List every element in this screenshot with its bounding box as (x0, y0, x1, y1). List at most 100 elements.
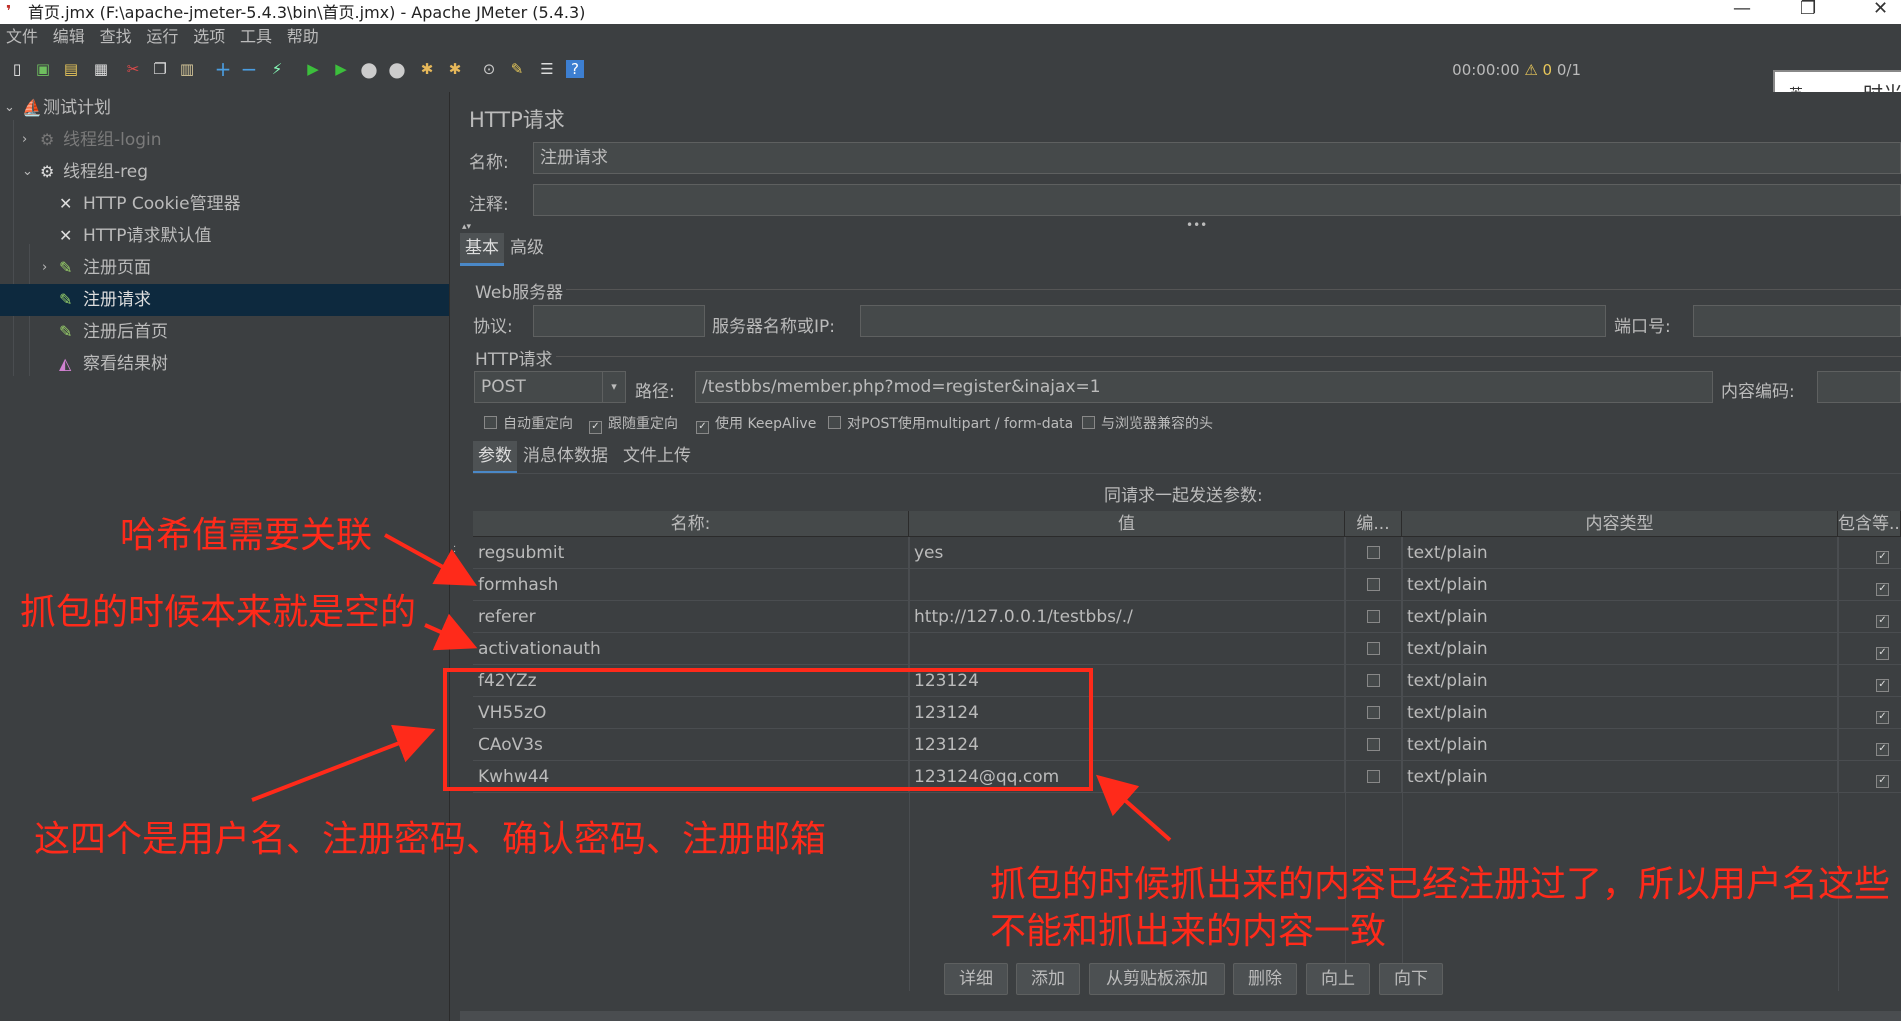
checkbox-checked[interactable]: ✓ (1876, 647, 1889, 660)
chevron-down-icon[interactable]: ▾ (602, 372, 625, 402)
checkbox[interactable] (1366, 738, 1380, 751)
checkbox-checked[interactable]: ✓ (1876, 583, 1889, 596)
checkbox[interactable] (1366, 610, 1380, 623)
collapse-arrows-icon[interactable]: ▴▾ (462, 222, 471, 232)
param-include-cell[interactable]: ✓ (1838, 665, 1901, 697)
option-follow-redirect[interactable]: ✓ 跟随重定向 (589, 413, 678, 434)
param-encode-cell[interactable] (1345, 729, 1402, 761)
checkbox[interactable] (1082, 416, 1095, 429)
start-no-pause-icon[interactable]: ▶ (332, 60, 350, 78)
clear-all-icon[interactable]: ✱ (446, 60, 464, 78)
divider-grip-icon[interactable]: ••• (1186, 218, 1207, 232)
param-encode-cell[interactable] (1345, 665, 1402, 697)
tree-node-test-plan[interactable]: ⌄ ⛵ 测试计划 (0, 92, 449, 124)
tree-node-register-request[interactable]: ✎ 注册请求 (0, 284, 449, 316)
checkbox[interactable] (1366, 642, 1380, 655)
param-include-cell[interactable]: ✓ (1838, 761, 1901, 793)
reset-search-icon[interactable]: ✎ (508, 60, 526, 78)
param-name-cell[interactable]: activationauth (473, 633, 909, 665)
add-from-clipboard-button[interactable]: 从剪贴板添加 (1089, 963, 1225, 995)
port-field[interactable] (1693, 305, 1901, 337)
paste-icon[interactable]: ▥ (178, 60, 196, 78)
minimize-button[interactable]: — (1733, 0, 1751, 19)
checkbox-checked[interactable]: ✓ (1876, 679, 1889, 692)
tree-node-http-defaults[interactable]: ✕ HTTP请求默认值 (0, 220, 449, 252)
shutdown-icon[interactable]: ● (388, 59, 406, 79)
param-content-type-cell[interactable]: text/plain (1402, 729, 1838, 761)
table-row[interactable]: regsubmit yes text/plain ✓ (473, 537, 1901, 569)
horizontal-scrollbar[interactable] (460, 1011, 1901, 1021)
menu-edit[interactable]: 编辑 (53, 24, 85, 50)
protocol-field[interactable] (533, 305, 705, 337)
open-icon[interactable]: ▤ (62, 60, 80, 78)
param-value-cell[interactable] (909, 569, 1345, 601)
option-keepalive[interactable]: ✓ 使用 KeepAlive (696, 413, 816, 434)
tree-node-thread-group-reg[interactable]: ⌄ ⚙ 线程组-reg (0, 156, 449, 188)
checkbox[interactable] (484, 416, 497, 429)
checkbox[interactable] (1366, 546, 1380, 559)
param-content-type-cell[interactable]: text/plain (1402, 633, 1838, 665)
tab-basic[interactable]: 基本 (460, 233, 504, 266)
delete-button[interactable]: 删除 (1233, 963, 1297, 995)
encoding-field[interactable] (1817, 371, 1901, 403)
param-content-type-cell[interactable]: text/plain (1402, 665, 1838, 697)
menu-run[interactable]: 运行 (146, 24, 178, 50)
checkbox-checked[interactable]: ✓ (1876, 615, 1889, 628)
server-field[interactable] (860, 305, 1606, 337)
param-include-cell[interactable]: ✓ (1838, 601, 1901, 633)
param-value-cell[interactable]: yes (909, 537, 1345, 569)
tree-node-after-register-home[interactable]: ✎ 注册后首页 (0, 316, 449, 348)
tree-node-thread-group-login[interactable]: › ⚙ 线程组-login (0, 124, 449, 156)
checkbox[interactable] (1366, 770, 1380, 783)
maximize-button[interactable]: ❐ (1800, 0, 1816, 19)
param-encode-cell[interactable] (1345, 569, 1402, 601)
clear-icon[interactable]: ✱ (418, 60, 436, 78)
tab-body-data[interactable]: 消息体数据 (518, 441, 613, 471)
templates-icon[interactable]: ▣ (34, 60, 52, 78)
chevron-down-icon[interactable]: ⌄ (22, 156, 33, 188)
param-content-type-cell[interactable]: text/plain (1402, 601, 1838, 633)
col-content-type[interactable]: 内容类型 (1402, 511, 1838, 537)
param-content-type-cell[interactable]: text/plain (1402, 537, 1838, 569)
param-include-cell[interactable]: ✓ (1838, 537, 1901, 569)
checkbox[interactable] (1366, 578, 1380, 591)
tab-parameters[interactable]: 参数 (473, 441, 517, 474)
function-helper-icon[interactable]: ☰ (538, 60, 556, 78)
table-row[interactable]: formhash text/plain ✓ (473, 569, 1901, 601)
param-content-type-cell[interactable]: text/plain (1402, 761, 1838, 793)
stop-icon[interactable]: ● (360, 59, 378, 79)
param-value-cell[interactable]: http://127.0.0.1/testbbs/./ (909, 601, 1345, 633)
param-include-cell[interactable]: ✓ (1838, 697, 1901, 729)
param-include-cell[interactable]: ✓ (1838, 633, 1901, 665)
chevron-right-icon[interactable]: › (42, 252, 47, 284)
table-row[interactable]: activationauth text/plain ✓ (473, 633, 1901, 665)
param-name-cell[interactable]: formhash (473, 569, 909, 601)
help-icon[interactable]: ? (566, 60, 584, 78)
table-row[interactable]: referer http://127.0.0.1/testbbs/./ text/p… (473, 601, 1901, 633)
close-button[interactable]: ✕ (1873, 0, 1888, 19)
expand-icon[interactable]: + (214, 59, 232, 79)
menu-file[interactable]: 文件 (6, 24, 38, 50)
param-encode-cell[interactable] (1345, 761, 1402, 793)
param-name-cell[interactable]: regsubmit (473, 537, 909, 569)
chevron-right-icon[interactable]: › (22, 124, 27, 156)
col-encode[interactable]: 编... (1345, 511, 1402, 537)
add-button[interactable]: 添加 (1016, 963, 1080, 995)
cut-icon[interactable]: ✂ (124, 60, 142, 78)
detail-button[interactable]: 详细 (944, 963, 1008, 995)
param-content-type-cell[interactable]: text/plain (1402, 697, 1838, 729)
col-value[interactable]: 值 (909, 511, 1345, 537)
checkbox[interactable] (1366, 706, 1380, 719)
method-select[interactable]: POST ▾ (474, 371, 626, 403)
col-name[interactable]: 名称: (473, 511, 909, 537)
checkbox-checked[interactable]: ✓ (696, 421, 709, 434)
menu-options[interactable]: 选项 (193, 24, 225, 50)
option-browser-headers[interactable]: 与浏览器兼容的头 (1082, 413, 1213, 433)
new-icon[interactable]: ▯ (8, 60, 26, 78)
option-auto-redirect[interactable]: 自动重定向 (484, 413, 573, 433)
menu-search[interactable]: 查找 (100, 24, 132, 50)
menu-tools[interactable]: 工具 (240, 24, 272, 50)
checkbox[interactable] (828, 416, 841, 429)
up-button[interactable]: 向上 (1306, 963, 1370, 995)
tree-node-cookie-manager[interactable]: ✕ HTTP Cookie管理器 (0, 188, 449, 220)
